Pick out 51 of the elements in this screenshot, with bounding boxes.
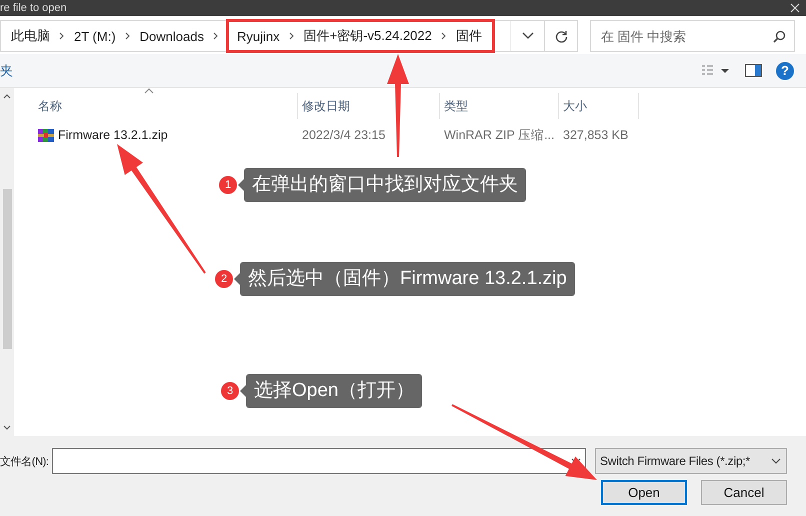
file-date: 2022/3/4 23:15 — [301, 128, 386, 142]
scroll-up-icon[interactable] — [3, 94, 11, 99]
breadcrumb-segment[interactable]: Ryujinx — [232, 28, 284, 44]
sort-caret-icon — [144, 88, 154, 94]
file-name: Firmware 13.2.1.zip — [58, 128, 168, 142]
refresh-icon — [554, 30, 568, 42]
column-header[interactable]: 类型 — [440, 93, 559, 119]
scrollbar[interactable] — [0, 88, 14, 436]
breadcrumb-segment[interactable]: 固件+密钥-v5.24.2022 — [300, 27, 436, 45]
breadcrumb-segment[interactable]: Downloads — [136, 28, 208, 44]
dropdown-caret-icon — [771, 458, 781, 464]
chevron-icon[interactable] — [124, 32, 132, 40]
archive-icon — [38, 128, 54, 142]
callout-pointer — [234, 273, 240, 285]
chevron-icon[interactable] — [212, 32, 220, 40]
step-number: 2 — [215, 270, 233, 288]
step-number: 3 — [221, 382, 239, 400]
window-title: re file to open — [0, 2, 67, 14]
filename-field[interactable] — [52, 448, 586, 474]
file-type-dropdown[interactable]: Switch Firmware Files (*.zip;* — [595, 448, 787, 474]
callout-text: 在弹出的窗口中找到对应文件夹 — [244, 168, 526, 202]
close-icon[interactable] — [790, 3, 800, 13]
callout-text: 然后选中（固件）Firmware 13.2.1.zip — [240, 262, 575, 296]
open-button[interactable]: Open — [601, 480, 687, 505]
callout-text: 选择Open（打开） — [246, 374, 422, 408]
step-number: 1 — [219, 176, 237, 194]
search-icon[interactable] — [773, 30, 786, 42]
scroll-down-icon[interactable] — [3, 425, 11, 430]
help-icon[interactable]: ? — [776, 62, 794, 80]
column-header[interactable]: 名称 — [34, 93, 298, 119]
preview-pane-icon[interactable] — [745, 64, 762, 77]
new-folder-link[interactable]: 夹 — [0, 62, 13, 80]
file-row[interactable]: Firmware 13.2.1.zip 2022/3/4 23:15 WinRAR ZIP 压缩... 327,853 KB — [34, 123, 806, 147]
breadcrumb-segment[interactable]: 固件 — [452, 27, 486, 45]
filename-label: 文件名(N): — [0, 454, 50, 468]
cancel-button[interactable]: Cancel — [701, 480, 787, 505]
chevron-icon[interactable] — [288, 32, 296, 40]
dropdown-caret-icon[interactable] — [522, 32, 534, 40]
chevron-icon[interactable] — [58, 32, 66, 40]
file-size: 327,853 KB — [562, 128, 630, 142]
chevron-icon[interactable] — [440, 32, 448, 40]
callout-pointer — [240, 385, 246, 397]
callout-pointer — [238, 179, 244, 191]
view-options-icon[interactable] — [701, 64, 731, 76]
refresh-button[interactable] — [545, 20, 578, 52]
breadcrumb-segment[interactable]: 此电脑 — [7, 27, 54, 45]
scrollbar-thumb[interactable] — [2, 189, 12, 349]
file-type: WinRAR ZIP 压缩... — [443, 126, 556, 144]
search-field[interactable]: 在 固件 中搜索 — [590, 20, 795, 52]
column-header[interactable]: 大小 — [559, 93, 639, 119]
breadcrumb-segment[interactable]: 2T (M:) — [70, 28, 120, 44]
